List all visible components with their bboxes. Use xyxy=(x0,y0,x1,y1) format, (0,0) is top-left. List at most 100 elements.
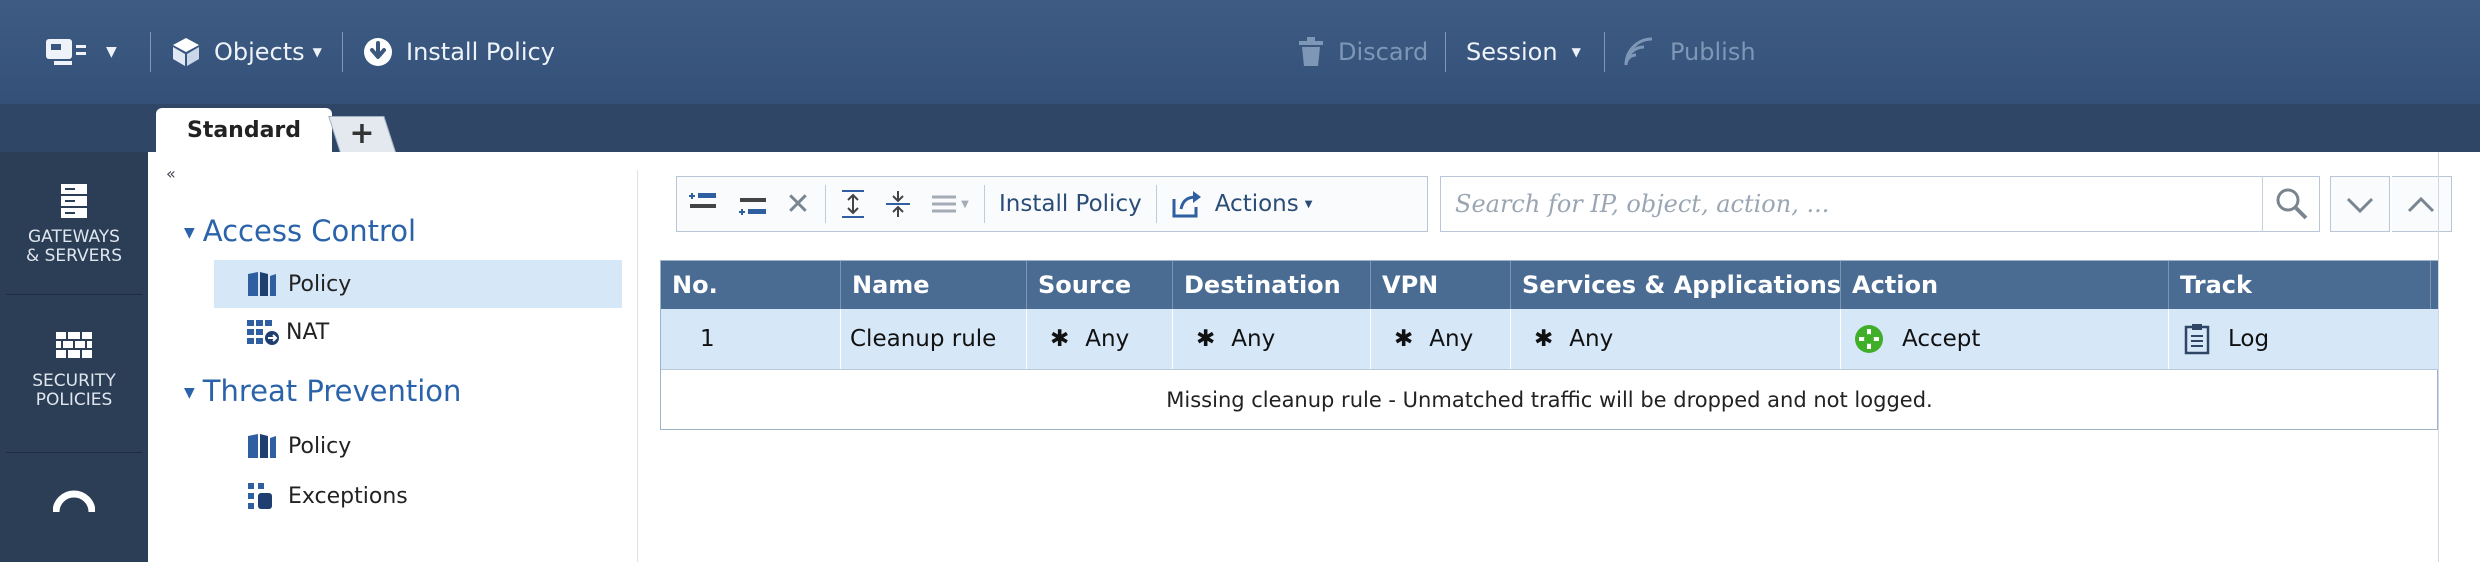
tree-item-access-policy[interactable]: Policy xyxy=(214,260,622,308)
collapse-panel-icon[interactable]: « xyxy=(166,164,176,183)
install-policy-button[interactable]: Install Policy xyxy=(362,0,555,104)
nav-gateways-servers[interactable]: GATEWAYS & SERVERS xyxy=(0,182,148,266)
gateways-label-1: GATEWAYS xyxy=(28,227,120,247)
chevron-up-icon xyxy=(2407,196,2435,213)
collapse-sections-button[interactable] xyxy=(874,176,922,232)
action-value: Accept xyxy=(1902,326,1981,352)
publish-label: Publish xyxy=(1670,38,1756,66)
chevron-down-icon: ▼ xyxy=(961,198,969,210)
missing-cleanup-message: Missing cleanup rule - Unmatched traffic… xyxy=(1166,388,1933,412)
cell-destination[interactable]: ✱ Any xyxy=(1196,309,1275,369)
close-icon: ✕ xyxy=(785,186,811,222)
firewall-icon xyxy=(56,332,92,358)
servers-icon xyxy=(61,184,87,218)
session-menu-button[interactable]: Session ▼ xyxy=(1466,0,1581,104)
add-tab-button[interactable]: + xyxy=(328,116,396,152)
rule-options-button[interactable]: ▼ xyxy=(922,176,978,232)
expand-sections-button[interactable] xyxy=(832,176,874,232)
session-label: Session xyxy=(1466,38,1558,66)
column-header-action[interactable]: Action xyxy=(1852,261,1938,309)
caret-down-icon: ▼ xyxy=(184,225,195,241)
side-navigation: GATEWAYS & SERVERS SECURITY POLICIES xyxy=(0,152,148,562)
add-rule-above-icon xyxy=(689,193,716,208)
accept-icon xyxy=(1855,325,1883,353)
asterisk-icon: ✱ xyxy=(1534,326,1554,352)
chevron-down-icon: ▼ xyxy=(1304,198,1313,210)
panel-edge xyxy=(2438,152,2439,562)
app-menu-button[interactable]: ▼ xyxy=(44,0,117,104)
source-value: Any xyxy=(1085,326,1130,352)
delete-rule-button[interactable]: ✕ xyxy=(777,176,819,232)
column-header-services[interactable]: Services & Applications xyxy=(1522,261,1841,309)
publish-button[interactable]: Publish xyxy=(1622,0,1756,104)
tree-access-control[interactable]: ▼ Access Control xyxy=(184,214,416,248)
trash-icon xyxy=(1299,37,1323,66)
chevron-down-icon: ▼ xyxy=(312,45,322,59)
publish-icon xyxy=(1624,37,1653,66)
add-rule-below-button[interactable] xyxy=(727,176,777,232)
cell-action[interactable]: Accept xyxy=(1854,309,1980,369)
policy-tree-panel: « ▼ Access Control Policy NAT ▼ Threat Pre… xyxy=(148,152,638,562)
discard-label: Discard xyxy=(1338,38,1429,66)
vpn-value: Any xyxy=(1429,326,1474,352)
cell-vpn[interactable]: ✱ Any xyxy=(1394,309,1473,369)
app-menu-icon xyxy=(46,39,86,65)
cell-services[interactable]: ✱ Any xyxy=(1534,309,1613,369)
cell-rule-name[interactable]: Cleanup rule xyxy=(850,309,996,369)
tab-standard[interactable]: Standard xyxy=(156,108,332,152)
asterisk-icon: ✱ xyxy=(1394,326,1414,352)
policy-label: Policy xyxy=(288,271,352,297)
asterisk-icon: ✱ xyxy=(1050,326,1070,352)
policy-book-icon xyxy=(248,272,276,296)
services-value: Any xyxy=(1569,326,1614,352)
chevron-down-icon xyxy=(2346,197,2374,214)
asterisk-icon: ✱ xyxy=(1196,326,1216,352)
search-icon xyxy=(2276,188,2308,220)
column-header-destination[interactable]: Destination xyxy=(1184,261,1341,309)
access-control-label: Access Control xyxy=(202,214,417,248)
toolbar-install-policy-button[interactable]: Install Policy xyxy=(991,176,1150,232)
rulebase-toolbar: ✕ ▼ Install Policy Actions ▼ xyxy=(676,176,1428,232)
objects-label: Objects xyxy=(214,38,305,66)
destination-value: Any xyxy=(1231,326,1276,352)
column-header-name[interactable]: Name xyxy=(852,261,930,309)
cell-track[interactable]: Log xyxy=(2184,309,2269,369)
next-result-button[interactable] xyxy=(2330,176,2390,232)
gauge-icon xyxy=(53,490,95,513)
nav-security-policies[interactable]: SECURITY POLICIES xyxy=(0,330,148,410)
chevron-down-icon: ▼ xyxy=(106,44,117,60)
nat-icon xyxy=(247,320,279,345)
column-header-track[interactable]: Track xyxy=(2180,261,2252,309)
column-header-source[interactable]: Source xyxy=(1038,261,1131,309)
policy-book-icon xyxy=(248,434,276,458)
chevron-down-icon: ▼ xyxy=(1571,45,1581,59)
add-rule-below-icon xyxy=(739,198,766,215)
threat-policy-label: Policy xyxy=(288,433,352,459)
tree-item-nat[interactable]: NAT xyxy=(214,308,622,356)
column-header-no[interactable]: No. xyxy=(672,261,718,309)
nav-logs-monitor[interactable] xyxy=(0,488,148,514)
gateways-label-2: & SERVERS xyxy=(25,246,123,266)
cell-rule-number: 1 xyxy=(700,326,715,352)
add-rule-above-button[interactable] xyxy=(677,176,727,232)
nat-label: NAT xyxy=(286,319,330,345)
objects-menu-button[interactable]: Objects ▼ xyxy=(170,0,322,104)
log-icon xyxy=(2184,324,2210,355)
collapse-icon xyxy=(886,191,910,217)
cell-source[interactable]: ✱ Any xyxy=(1050,309,1129,369)
tree-item-exceptions[interactable]: Exceptions xyxy=(214,472,622,520)
actions-menu-button[interactable]: Actions ▼ xyxy=(1163,176,1321,232)
security-label-1: SECURITY xyxy=(32,371,116,391)
row-divider xyxy=(661,369,2438,370)
search-input[interactable]: Search for IP, object, action, ... xyxy=(1440,176,2320,232)
tree-item-threat-policy[interactable]: Policy xyxy=(214,422,622,470)
share-icon xyxy=(1172,191,1201,218)
list-icon xyxy=(932,195,957,213)
tree-threat-prevention[interactable]: ▼ Threat Prevention xyxy=(184,374,461,408)
security-label-2: POLICIES xyxy=(35,390,113,410)
panel-divider[interactable] xyxy=(637,170,638,562)
discard-button[interactable]: Discard xyxy=(1296,0,1428,104)
column-header-vpn[interactable]: VPN xyxy=(1382,261,1438,309)
search-button[interactable] xyxy=(2262,176,2320,232)
previous-result-button[interactable] xyxy=(2392,176,2452,232)
